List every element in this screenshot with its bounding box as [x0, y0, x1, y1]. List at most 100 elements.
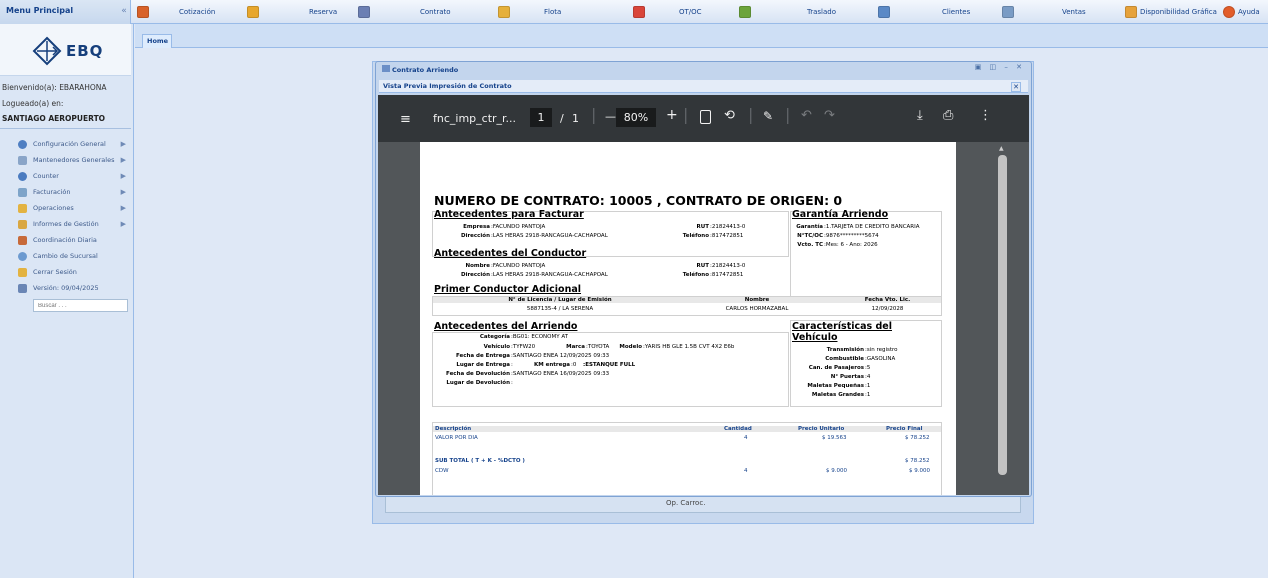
fit-page-icon[interactable]: [700, 110, 711, 124]
tab-home[interactable]: Home: [142, 34, 172, 48]
config-icon: [18, 139, 27, 149]
categoria-value: :BG01: ECONOMY AT: [511, 334, 569, 340]
scroll-up-icon[interactable]: ▲: [999, 145, 1004, 152]
sidebar-item-facturacion[interactable]: Facturación ▶: [18, 184, 128, 200]
sidebar-item-label: Coordinación Diaria: [33, 236, 97, 244]
reserva-icon: [247, 6, 259, 18]
toolbar-flota[interactable]: Flota: [498, 0, 561, 24]
sidebar-item-version: Versión: 09/04/2025: [18, 280, 128, 296]
sidebar-item-cambio-sucursal[interactable]: Cambio de Sucursal: [18, 248, 128, 264]
zoom-input[interactable]: 80%: [616, 108, 656, 127]
toolbar-ayuda[interactable]: Ayuda: [1223, 0, 1260, 24]
toolbar-cotizacion[interactable]: Cotización: [137, 0, 215, 24]
undo-icon[interactable]: ↶: [801, 108, 812, 123]
caracteristicas-heading: Características del: [792, 321, 892, 332]
table-row-desc: VALOR POR DIA: [435, 435, 478, 441]
sidebar-item-operaciones[interactable]: Operaciones ▶: [18, 200, 128, 216]
page-separator: /: [560, 112, 564, 125]
sidebar-item-label: Cambio de Sucursal: [33, 252, 98, 260]
print-icon[interactable]: ⎙: [943, 108, 953, 123]
adicional-nombre-value: CARLOS HORMAZABAL: [725, 306, 789, 312]
marca-value: :TOYOTA: [586, 344, 610, 350]
toolbar-disponibilidad[interactable]: Disponibilidad Gráfica: [1125, 0, 1217, 24]
conductor-telefono-label: Teléfono: [682, 272, 709, 278]
telefono-value: :817472851: [710, 233, 744, 239]
window-controls[interactable]: ▣ ◫ – ✕: [975, 63, 1025, 71]
toolbar-clientes[interactable]: Clientes: [878, 0, 970, 24]
pricing-header-bar: [433, 426, 941, 432]
toolbar-label: Flota: [544, 8, 562, 16]
background-form-row: Op. Carroc.: [385, 495, 1021, 513]
toolbar-label: Traslado: [807, 8, 837, 16]
redo-icon[interactable]: ↷: [824, 108, 835, 123]
collapse-menu-icon[interactable]: «: [119, 5, 129, 17]
tab-bar: [135, 24, 1268, 48]
lugar-entrega-label: Lugar de Entrega: [456, 362, 510, 368]
menu-header-label: Menu Principal: [6, 6, 74, 15]
toolbar-divider: |: [591, 105, 597, 124]
maletas-pequenas-label: Maletas Pequeñas: [807, 383, 864, 389]
zoom-in-button[interactable]: +: [666, 107, 678, 123]
ayuda-icon: [1223, 6, 1235, 18]
toolbar-traslado[interactable]: Traslado: [739, 0, 836, 24]
modelo-label: Modelo: [619, 344, 642, 350]
conductor-rut-label: RUT: [696, 263, 709, 269]
sidebar: EBQ Bienvenido(a): EBARAHONA Logueado(a)…: [0, 24, 134, 578]
arrow-right-icon: ▶: [120, 140, 126, 148]
facturacion-icon: [18, 187, 27, 197]
contrato-icon: [358, 6, 370, 18]
ebq-logo-icon: [32, 36, 62, 66]
sidebar-item-cerrar-sesion[interactable]: Cerrar Sesión: [18, 264, 128, 280]
traslado-icon: [739, 6, 751, 18]
sidebar-item-counter[interactable]: Counter ▶: [18, 168, 128, 184]
logo-text: EBQ: [66, 42, 104, 60]
fecha-vto-header: Fecha Vto. Lic.: [864, 297, 911, 303]
km-label: KM entrega: [533, 362, 570, 368]
sidebar-item-mantenedores[interactable]: Mantenedores Generales ▶: [18, 152, 128, 168]
maletas-pequenas-value: :1: [865, 383, 871, 389]
toolbar-label: Ayuda: [1238, 8, 1260, 16]
conductor-telefono-value: :817472851: [710, 272, 744, 278]
operaciones-icon: [18, 203, 27, 213]
sidebar-item-configuracion[interactable]: Configuración General ▶: [18, 136, 128, 152]
toolbar-ventas[interactable]: Ventas: [1002, 0, 1086, 24]
menu-principal-header: Menu Principal: [0, 0, 131, 24]
toolbar-label: Reserva: [309, 8, 338, 16]
annotate-icon[interactable]: ✎: [763, 109, 773, 123]
lugar-devolucion-label: Lugar de Devolución: [446, 380, 510, 386]
vto-label: Vcto. TC: [797, 242, 823, 248]
toolbar-reserva[interactable]: Reserva: [247, 0, 337, 24]
contract-title: NUMERO DE CONTRATO: 10005 , CONTRATO DE …: [434, 193, 843, 208]
toolbar-label: OT/OC: [679, 8, 702, 16]
download-icon[interactable]: ⤓: [917, 108, 923, 123]
combustible-value: :GASOLINA: [865, 356, 896, 362]
welcome-text: Bienvenido(a): EBARAHONA: [2, 83, 107, 92]
garantia-label: Garantía: [796, 224, 823, 230]
background-form-label: Op. Carroc.: [666, 499, 706, 507]
sidebar-item-coordinacion[interactable]: Coordinación Diaria: [18, 232, 128, 248]
zoom-out-button[interactable]: —: [605, 110, 616, 123]
rotate-icon[interactable]: ⟲: [724, 108, 735, 123]
licencia-value: 5887135-4 / LA SERENA: [526, 306, 594, 312]
licencia-header: N° de Licencia / Lugar de Emisión: [508, 297, 612, 303]
close-icon[interactable]: ✕: [1011, 82, 1021, 92]
categoria-label: Categoría: [479, 334, 510, 340]
cambio-sucursal-icon: [18, 251, 27, 261]
rut-label: RUT: [696, 224, 709, 230]
pdf-toolbar: ≡ fnc_imp_ctr_r... 1 / 1 | — 80% + | ⟲ |…: [378, 95, 1029, 142]
garantia-heading: Garantía Arriendo: [792, 209, 889, 220]
menu-icon[interactable]: ≡: [400, 112, 411, 127]
window-title: Contrato Arriendo: [382, 65, 458, 74]
scrollbar[interactable]: [998, 155, 1007, 475]
arrow-right-icon: ▶: [120, 172, 126, 180]
toolbar-contrato[interactable]: Contrato: [358, 0, 451, 24]
page-total: 1: [572, 112, 579, 125]
table-row-final: $ 78.252: [905, 435, 930, 441]
page-number-input[interactable]: 1: [530, 108, 552, 127]
lock-icon: [18, 267, 27, 277]
toolbar-otoc[interactable]: OT/OC: [633, 0, 702, 24]
more-options-icon[interactable]: ⋮: [979, 108, 992, 123]
clientes-icon: [878, 6, 890, 18]
search-input[interactable]: [33, 299, 128, 312]
sidebar-item-informes[interactable]: Informes de Gestión ▶: [18, 216, 128, 232]
